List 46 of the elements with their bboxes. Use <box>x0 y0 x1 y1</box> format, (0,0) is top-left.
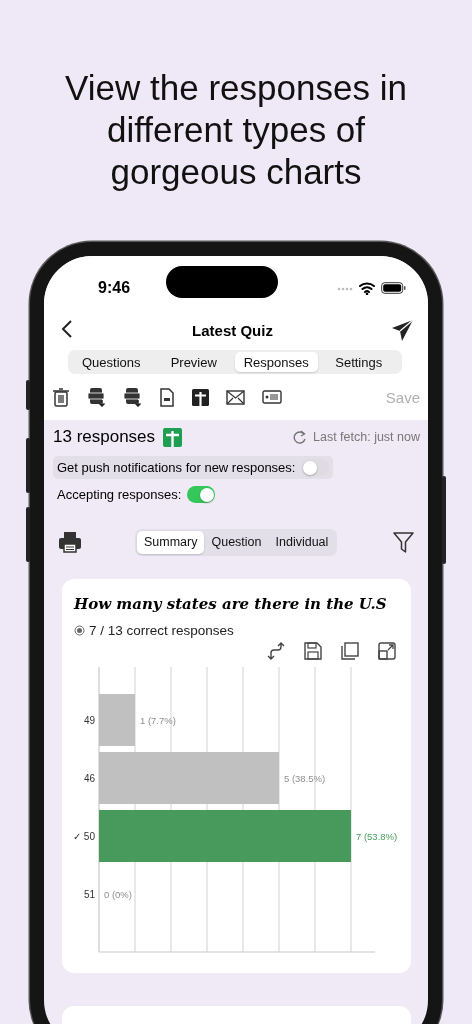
battery-icon <box>381 282 406 294</box>
tab[interactable]: Settings <box>317 352 400 372</box>
copy-icon[interactable] <box>341 642 359 660</box>
value-label: 5 (38.5%) <box>284 772 326 784</box>
tab[interactable]: Preview <box>152 352 235 372</box>
tab[interactable]: Questions <box>70 352 153 372</box>
radio-icon <box>74 625 85 636</box>
save-icon[interactable] <box>304 642 322 660</box>
response-count: 13 responses <box>53 427 156 447</box>
correct-count: 7 / 13 correct responses <box>89 623 234 638</box>
view-tab[interactable]: Summary <box>137 530 205 554</box>
view-tab[interactable]: Question <box>204 530 269 554</box>
category-label: 51 <box>83 889 95 900</box>
document-icon[interactable] <box>159 387 175 407</box>
view-tab[interactable]: Individual <box>268 530 336 554</box>
value-label: 7 (53.8%) <box>356 830 398 842</box>
toggle-switch[interactable] <box>187 486 216 503</box>
status-time: 9:46 <box>98 279 131 297</box>
category-label: 49 <box>83 715 95 726</box>
filter-icon[interactable] <box>393 531 414 553</box>
bar <box>99 694 135 746</box>
file-download-icon[interactable] <box>123 387 142 407</box>
back-icon <box>60 318 74 339</box>
send-icon[interactable] <box>391 318 414 342</box>
value-label: 1 (7.7%) <box>140 714 176 726</box>
toggle-switch[interactable] <box>301 459 330 476</box>
category-label: 46 <box>83 773 95 784</box>
expand-icon[interactable] <box>378 642 396 660</box>
wifi-icon <box>359 281 375 295</box>
file-download-icon[interactable] <box>87 387 106 407</box>
mail-icon[interactable] <box>226 389 245 405</box>
last-fetch-text: Last fetch: just now <box>313 430 420 444</box>
screen-title: Latest Quiz <box>192 321 273 339</box>
trash-icon[interactable] <box>52 387 70 407</box>
sheet-icon[interactable] <box>192 388 209 406</box>
tab[interactable]: Responses <box>235 352 318 372</box>
refresh-icon[interactable] <box>293 430 307 444</box>
swap-icon[interactable] <box>267 642 285 660</box>
category-label: ✓ 50 <box>73 831 95 842</box>
printer-icon[interactable] <box>59 531 81 553</box>
question-title: How many states are there in the U.S <box>74 595 388 613</box>
setting-label: Accepting responses: <box>57 487 182 502</box>
headline: View the responses in different types of gorgeous charts <box>64 67 408 193</box>
setting-label: Get push notifications for new responses: <box>57 460 296 475</box>
value-label: 0 (0%) <box>104 888 132 900</box>
record-icon[interactable] <box>262 390 282 404</box>
